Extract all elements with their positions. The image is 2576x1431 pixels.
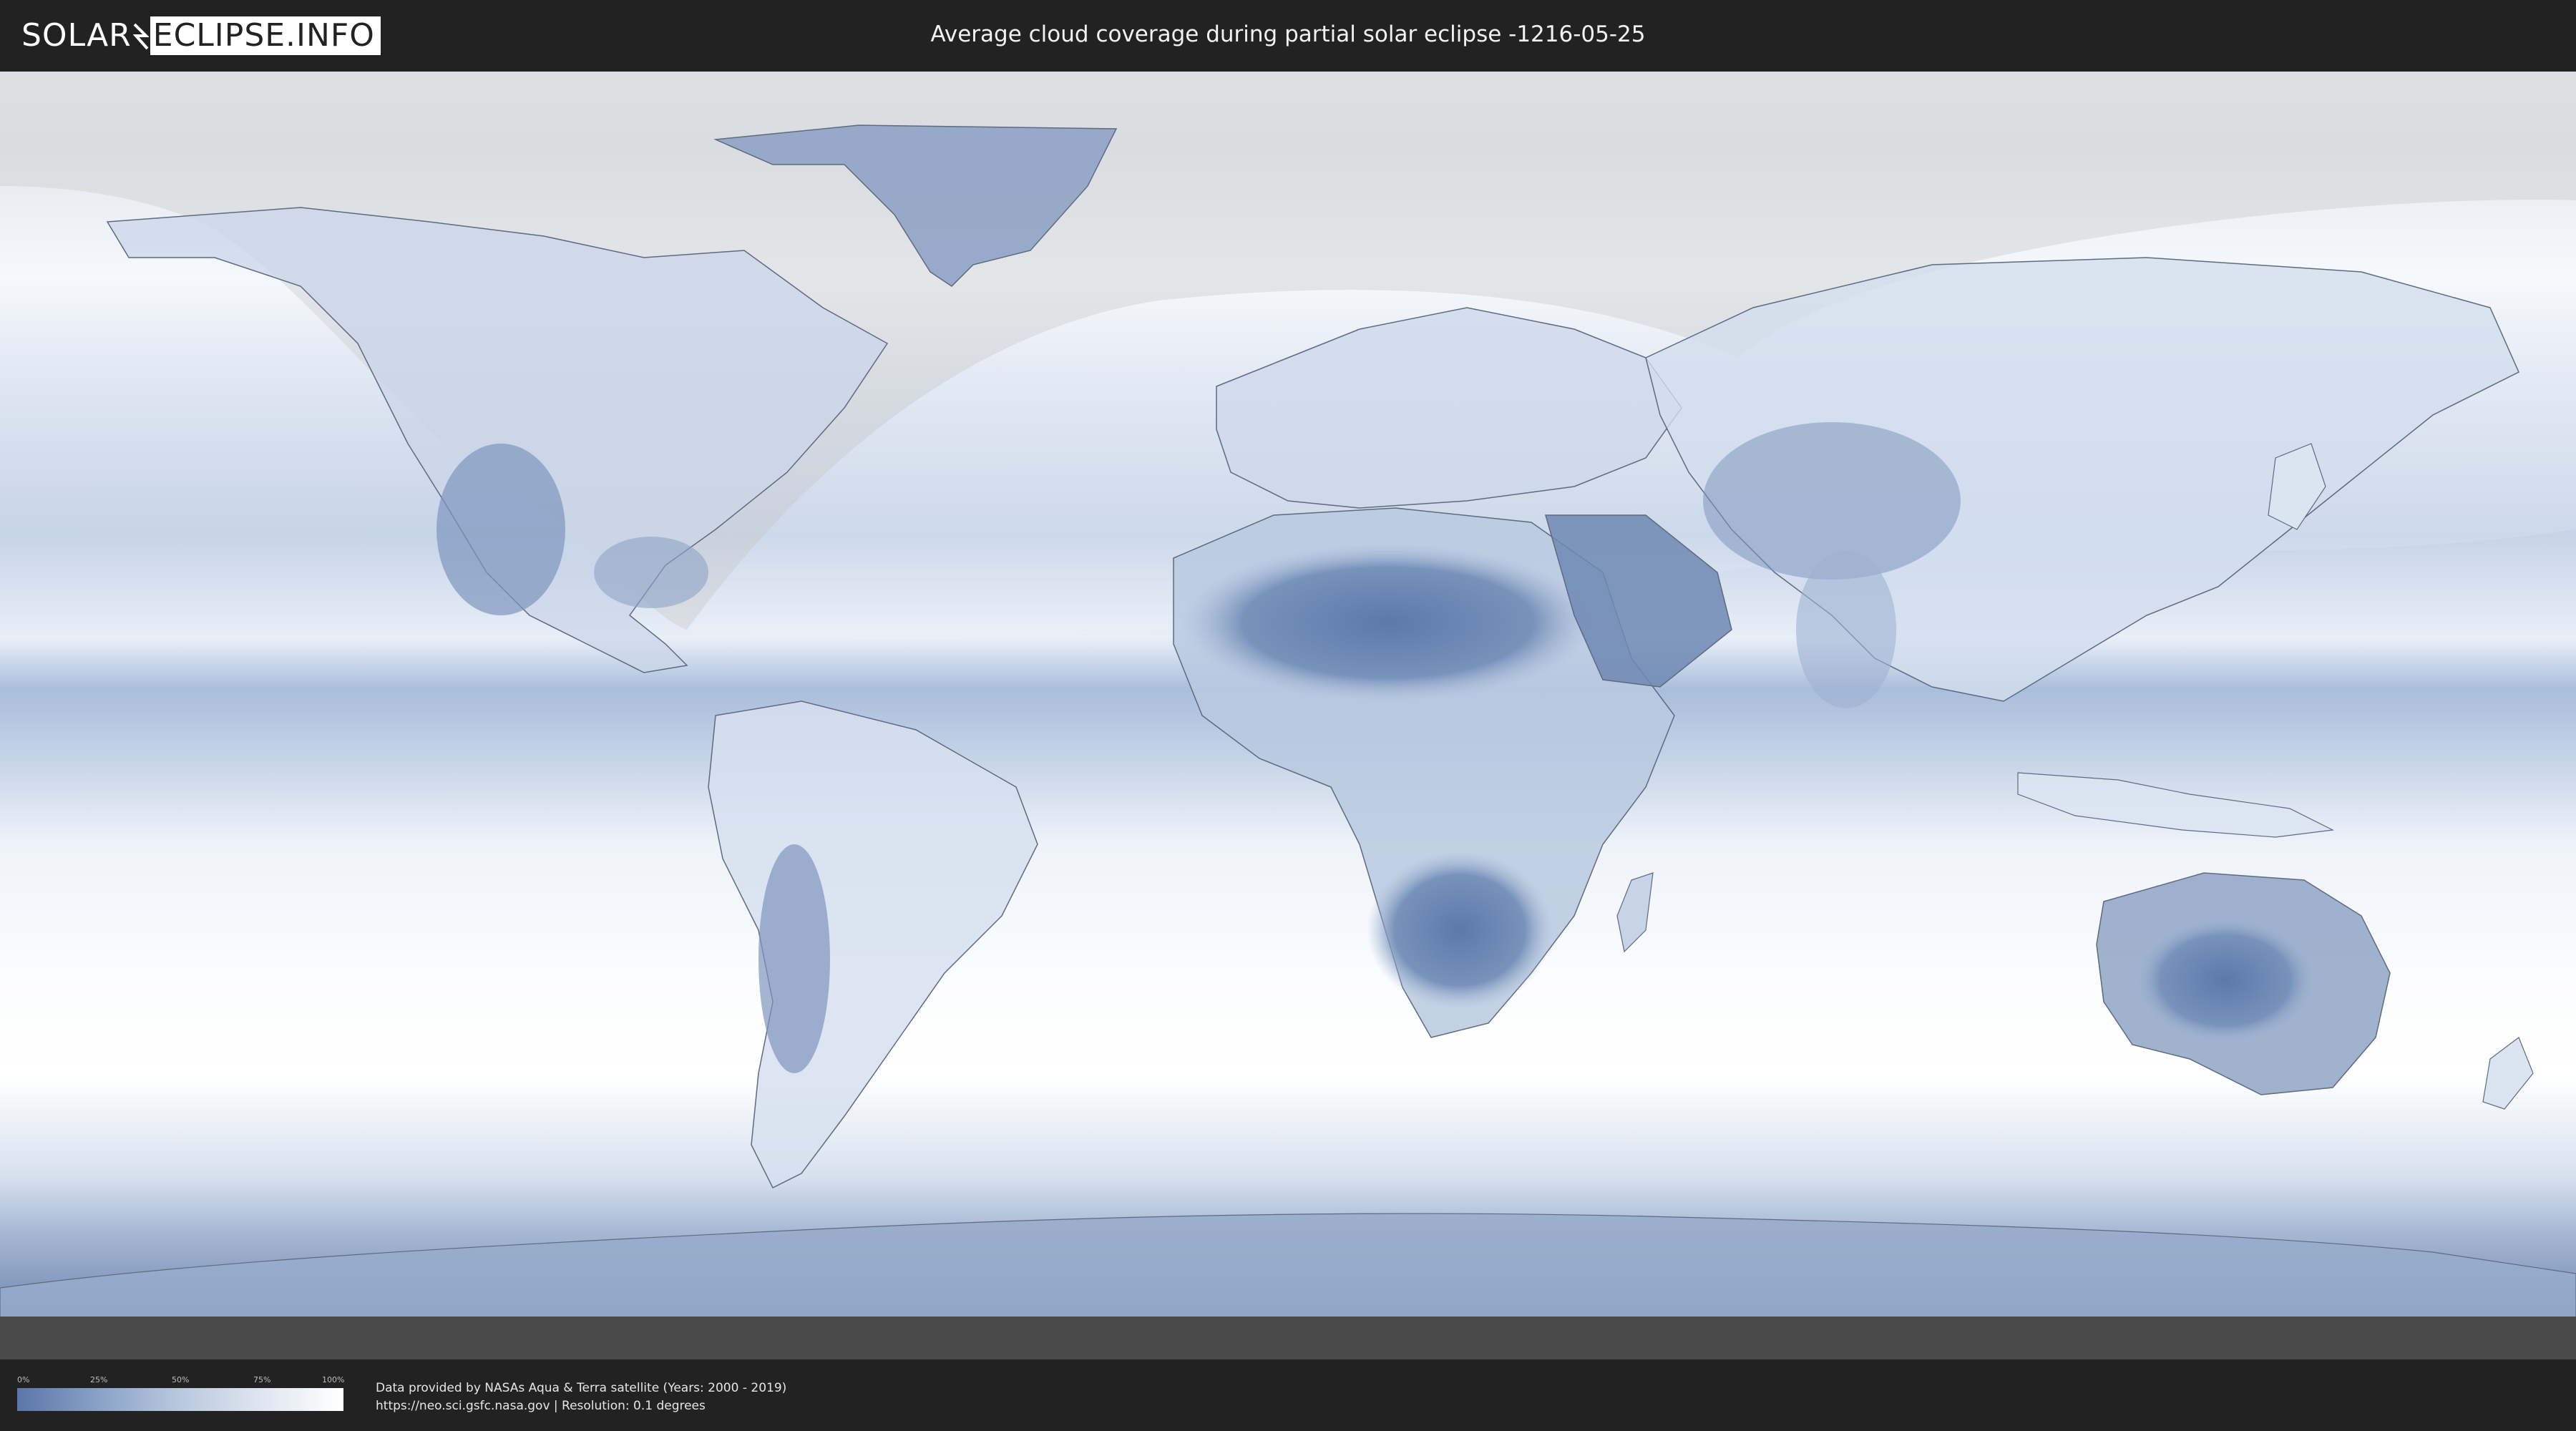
region-kalahari-dry: [1367, 851, 1553, 1009]
world-map-svg: [0, 72, 2576, 1359]
region-gulf: [594, 537, 708, 608]
legend-tick-75: 75%: [253, 1375, 271, 1384]
region-australia-dry: [2132, 916, 2318, 1045]
data-credits: Data provided by NASAs Aqua & Terra sate…: [376, 1379, 786, 1415]
footer-bar: 0% 25% 50% 75% 100% Data provided by NAS…: [0, 1359, 2576, 1431]
header-bar: SOLAR ECLIPSE.INFO Average cloud coverag…: [0, 0, 2576, 72]
cloud-coverage-legend: 0% 25% 50% 75% 100%: [17, 1375, 345, 1411]
region-atacama-dry: [758, 844, 830, 1073]
legend-tick-0: 0%: [17, 1375, 30, 1384]
region-india: [1796, 551, 1896, 708]
legend-tick-row: 0% 25% 50% 75% 100%: [17, 1375, 345, 1385]
credits-line-source: Data provided by NASAs Aqua & Terra sate…: [376, 1381, 787, 1395]
map-bottom-strip: [0, 1317, 2576, 1359]
credits-line-url[interactable]: https://neo.sci.gsfc.nasa.gov | Resoluti…: [376, 1397, 786, 1415]
cloud-coverage-map[interactable]: [0, 72, 2576, 1359]
legend-tick-25: 25%: [90, 1375, 108, 1384]
page-title: Average cloud coverage during partial so…: [930, 21, 1646, 47]
legend-tick-50: 50%: [172, 1375, 190, 1384]
region-mexico-dry: [436, 444, 565, 615]
region-sahara-dry: [1181, 544, 1596, 701]
legend-tick-100: 100%: [322, 1375, 345, 1384]
legend-gradient-bar: [17, 1388, 343, 1411]
